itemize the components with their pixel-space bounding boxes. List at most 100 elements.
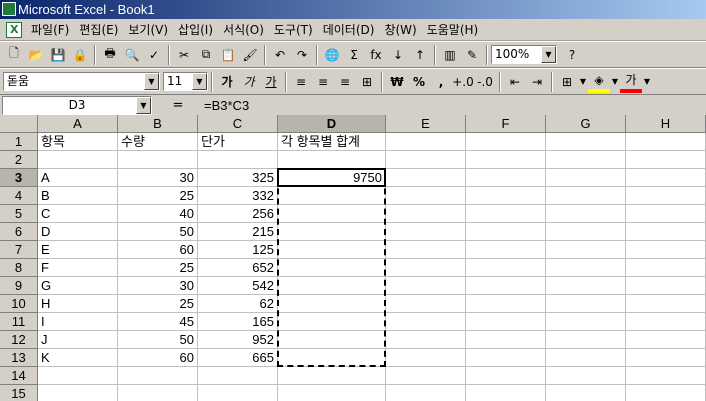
- font-size-select[interactable]: 11 ▼: [163, 72, 208, 91]
- increase-indent-icon[interactable]: ⇥: [526, 71, 548, 93]
- cell-h2[interactable]: [626, 151, 706, 169]
- cell-a10[interactable]: H: [38, 295, 118, 313]
- row-header-11[interactable]: 11: [0, 313, 38, 331]
- paste-icon[interactable]: 📋: [217, 44, 239, 66]
- cell-a14[interactable]: [38, 367, 118, 385]
- cell-b7[interactable]: 60: [118, 241, 198, 259]
- row-header-4[interactable]: 4: [0, 187, 38, 205]
- cell-b11[interactable]: 45: [118, 313, 198, 331]
- cell-e5[interactable]: [386, 205, 466, 223]
- cell-c1[interactable]: 단가: [198, 133, 278, 151]
- drawing-icon[interactable]: ✎: [461, 44, 483, 66]
- cell-g10[interactable]: [546, 295, 626, 313]
- row-header-5[interactable]: 5: [0, 205, 38, 223]
- cell-d11[interactable]: [278, 313, 386, 331]
- cell-c15[interactable]: [198, 385, 278, 401]
- chevron-down-icon[interactable]: ▼: [642, 71, 652, 93]
- open-icon[interactable]: 📂: [25, 44, 47, 66]
- chevron-down-icon[interactable]: ▼: [610, 71, 620, 93]
- cell-e10[interactable]: [386, 295, 466, 313]
- cell-c7[interactable]: 125: [198, 241, 278, 259]
- cell-d7[interactable]: [278, 241, 386, 259]
- cell-c13[interactable]: 665: [198, 349, 278, 367]
- cell-c4[interactable]: 332: [198, 187, 278, 205]
- align-center-icon[interactable]: ≡: [312, 71, 334, 93]
- cell-d6[interactable]: [278, 223, 386, 241]
- cell-g3[interactable]: [546, 169, 626, 187]
- menu-item-2[interactable]: 보기(V): [123, 19, 173, 41]
- cell-a9[interactable]: G: [38, 277, 118, 295]
- align-left-icon[interactable]: ≡: [290, 71, 312, 93]
- cell-g15[interactable]: [546, 385, 626, 401]
- cell-b10[interactable]: 25: [118, 295, 198, 313]
- cell-g2[interactable]: [546, 151, 626, 169]
- borders-icon[interactable]: ⊞: [556, 71, 578, 93]
- formula-input[interactable]: =B3*C3: [204, 98, 249, 113]
- menu-item-4[interactable]: 서식(O): [218, 19, 269, 41]
- cell-f6[interactable]: [466, 223, 546, 241]
- column-header-h[interactable]: H: [626, 115, 706, 133]
- currency-button[interactable]: ₩: [386, 71, 408, 93]
- column-header-d[interactable]: D: [278, 115, 386, 133]
- cell-g8[interactable]: [546, 259, 626, 277]
- cell-h14[interactable]: [626, 367, 706, 385]
- bold-button[interactable]: 가: [216, 71, 238, 93]
- cell-d5[interactable]: [278, 205, 386, 223]
- cell-c14[interactable]: [198, 367, 278, 385]
- cell-h10[interactable]: [626, 295, 706, 313]
- help-icon[interactable]: ?: [561, 44, 583, 66]
- formula-equals-icon[interactable]: =: [152, 98, 204, 113]
- cell-f5[interactable]: [466, 205, 546, 223]
- cell-h13[interactable]: [626, 349, 706, 367]
- cell-a8[interactable]: F: [38, 259, 118, 277]
- cell-f3[interactable]: [466, 169, 546, 187]
- cell-c6[interactable]: 215: [198, 223, 278, 241]
- sort-descending-icon[interactable]: ↑: [409, 44, 431, 66]
- font-color-button[interactable]: 가: [620, 71, 642, 93]
- cell-h11[interactable]: [626, 313, 706, 331]
- chevron-down-icon[interactable]: ▼: [144, 73, 159, 90]
- row-header-14[interactable]: 14: [0, 367, 38, 385]
- chart-wizard-icon[interactable]: ▥: [439, 44, 461, 66]
- cell-c9[interactable]: 542: [198, 277, 278, 295]
- decrease-decimal-icon[interactable]: -.0: [474, 71, 496, 93]
- cell-g4[interactable]: [546, 187, 626, 205]
- chevron-down-icon[interactable]: ▼: [578, 71, 588, 93]
- percent-button[interactable]: %: [408, 71, 430, 93]
- row-header-9[interactable]: 9: [0, 277, 38, 295]
- cell-b5[interactable]: 40: [118, 205, 198, 223]
- save-icon[interactable]: 💾: [47, 44, 69, 66]
- cell-d2[interactable]: [278, 151, 386, 169]
- cell-g7[interactable]: [546, 241, 626, 259]
- row-header-6[interactable]: 6: [0, 223, 38, 241]
- cell-h7[interactable]: [626, 241, 706, 259]
- name-box[interactable]: D3 ▼: [2, 95, 152, 115]
- merge-center-icon[interactable]: ⊞: [356, 71, 378, 93]
- cell-f10[interactable]: [466, 295, 546, 313]
- cell-d8[interactable]: [278, 259, 386, 277]
- menu-item-8[interactable]: 도움말(H): [422, 19, 484, 41]
- print-icon[interactable]: 🖶: [99, 44, 121, 66]
- cell-f4[interactable]: [466, 187, 546, 205]
- cell-b3[interactable]: 30: [118, 169, 198, 187]
- select-all-corner[interactable]: [0, 115, 38, 133]
- redo-icon[interactable]: ↷: [291, 44, 313, 66]
- increase-decimal-icon[interactable]: +.0: [452, 71, 474, 93]
- cell-d13[interactable]: [278, 349, 386, 367]
- font-name-select[interactable]: 돋움 ▼: [3, 72, 160, 91]
- cell-f9[interactable]: [466, 277, 546, 295]
- workbook-icon[interactable]: [6, 21, 22, 38]
- column-header-c[interactable]: C: [198, 115, 278, 133]
- chevron-down-icon[interactable]: ▼: [192, 73, 207, 90]
- cell-f13[interactable]: [466, 349, 546, 367]
- cell-b13[interactable]: 60: [118, 349, 198, 367]
- cell-h12[interactable]: [626, 331, 706, 349]
- cell-h5[interactable]: [626, 205, 706, 223]
- row-header-15[interactable]: 15: [0, 385, 38, 401]
- cell-a11[interactable]: I: [38, 313, 118, 331]
- comma-button[interactable]: ,: [430, 71, 452, 93]
- function-icon[interactable]: fx: [365, 44, 387, 66]
- sort-ascending-icon[interactable]: ↓: [387, 44, 409, 66]
- cell-e14[interactable]: [386, 367, 466, 385]
- column-header-b[interactable]: B: [118, 115, 198, 133]
